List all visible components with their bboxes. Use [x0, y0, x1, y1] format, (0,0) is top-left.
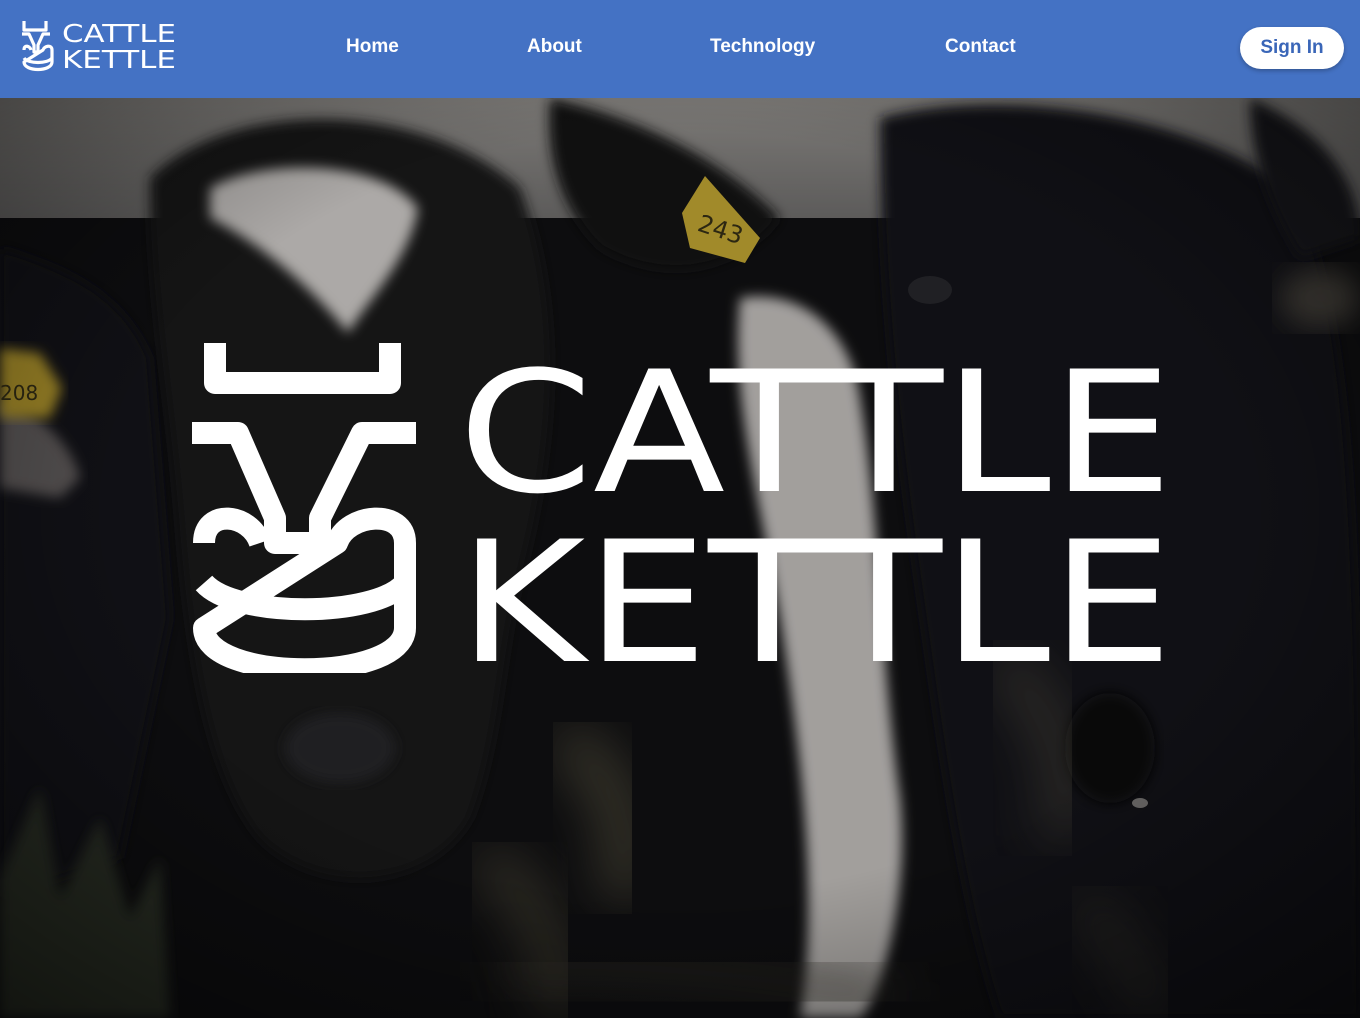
hero-logo: CATTLE KETTLE [192, 343, 1173, 673]
page: CATTLE KETTLE Home About Technology Cont… [0, 0, 1360, 1018]
sign-in-button[interactable]: Sign In [1240, 27, 1344, 69]
nav-about[interactable]: About [527, 36, 582, 58]
hero-wordmark: CATTLE KETTLE [458, 343, 1173, 673]
main-nav: Home About Technology Contact [0, 0, 1360, 98]
nav-technology[interactable]: Technology [710, 36, 815, 58]
bull-kettle-icon [192, 343, 416, 673]
nav-home[interactable]: Home [346, 36, 399, 58]
nav-contact[interactable]: Contact [945, 36, 1016, 58]
hero-section: 243 208 [0, 98, 1360, 1018]
site-header: CATTLE KETTLE Home About Technology Cont… [0, 0, 1360, 98]
hero-wordmark-line1: CATTLE [458, 343, 1173, 531]
hero-wordmark-line2: KETTLE [458, 505, 1173, 673]
